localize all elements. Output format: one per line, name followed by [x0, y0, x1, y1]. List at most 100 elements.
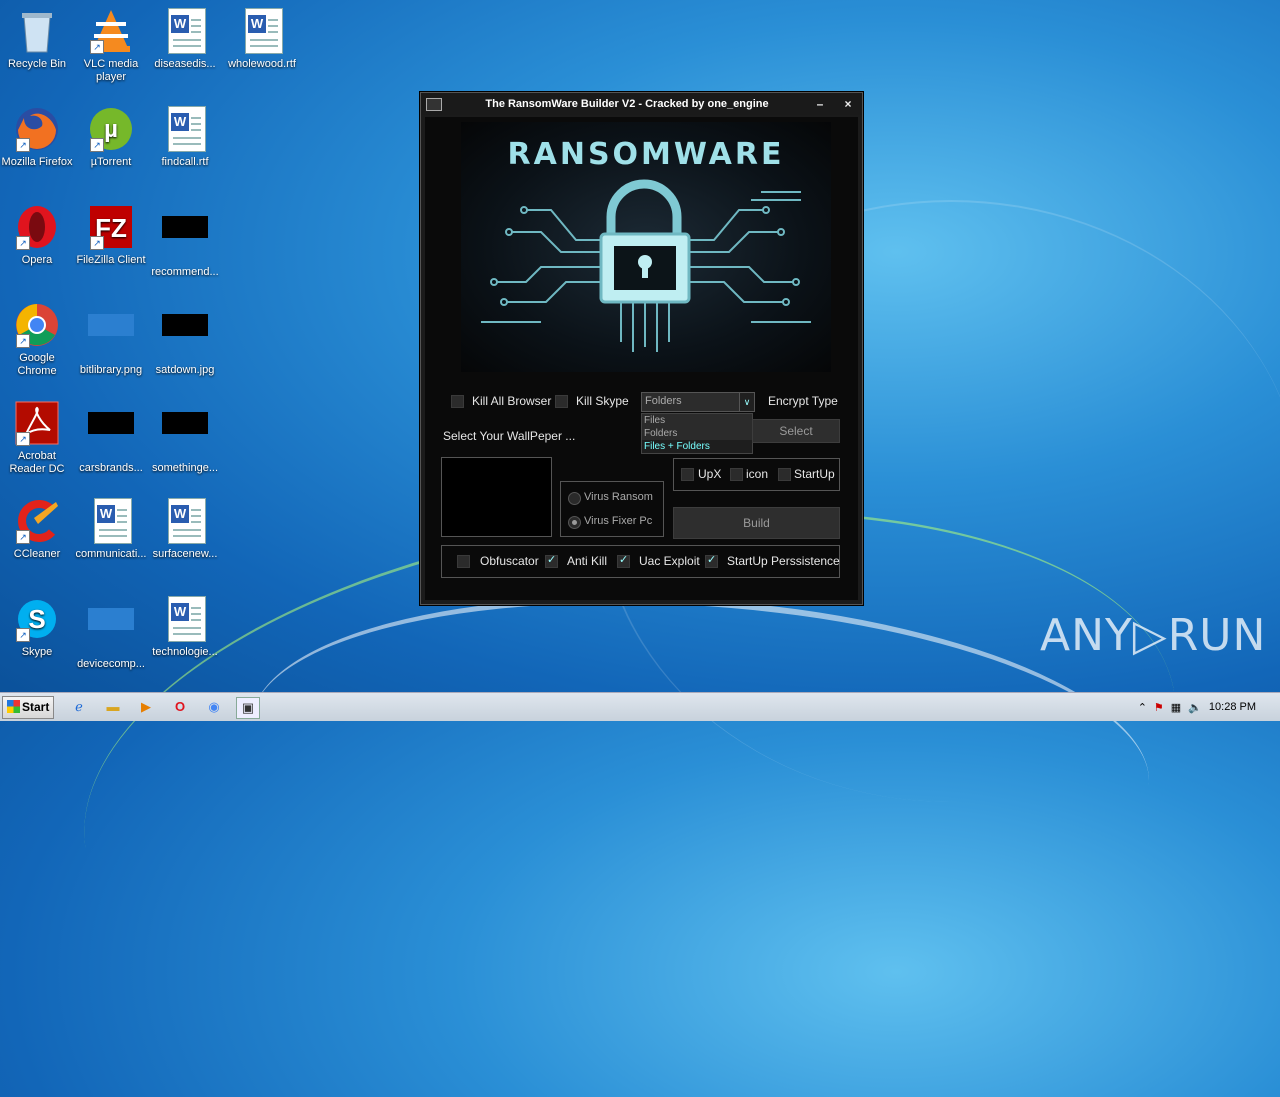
- desktop-icon-communicati[interactable]: communicati...: [74, 498, 148, 561]
- select-wallpaper-button[interactable]: Select: [752, 419, 840, 443]
- desktop-icon-satdown[interactable]: satdown.jpg: [148, 302, 222, 377]
- word-doc-icon: [162, 596, 208, 642]
- icon-label: icon: [746, 467, 769, 481]
- show-hidden-icons-icon[interactable]: ⌃: [1138, 701, 1147, 714]
- chevron-down-icon[interactable]: ∨: [739, 393, 754, 411]
- ransomware-builder-taskbar-icon[interactable]: ▣: [236, 697, 260, 719]
- encrypt-type-label: Encrypt Type: [768, 394, 838, 408]
- desktop-icon-skype[interactable]: S ↗ Skype: [0, 596, 74, 659]
- opera-taskbar-icon[interactable]: O: [169, 697, 191, 717]
- skype-icon: S ↗: [14, 596, 60, 642]
- kill-skype-checkbox[interactable]: [555, 395, 568, 408]
- desktop-icon-opera[interactable]: ↗ Opera: [0, 204, 74, 267]
- desktop-icon-wholewood[interactable]: wholewood.rtf: [224, 8, 300, 71]
- clock[interactable]: 10:28 PM: [1209, 701, 1256, 713]
- virus-fixer-radio[interactable]: [568, 516, 581, 529]
- svg-text:S: S: [28, 604, 45, 634]
- desktop-icon-somethinge[interactable]: somethinge...: [148, 400, 222, 475]
- startup-persistence-checkbox[interactable]: [705, 553, 718, 568]
- desktop-icon-ccleaner[interactable]: ↗ CCleaner: [0, 498, 74, 561]
- explorer-folder-icon[interactable]: ▬: [102, 697, 124, 717]
- virus-type-group: Virus Ransom Virus Fixer Pc: [560, 481, 664, 537]
- desktop-icon-utorrent[interactable]: µ ↗ µTorrent: [74, 106, 148, 169]
- image-thumb-icon: [162, 412, 208, 458]
- desktop-icon-diseasedis[interactable]: diseasedis...: [148, 8, 222, 71]
- utorrent-icon: µ ↗: [88, 106, 134, 152]
- anyrun-watermark: ANY▷RUN: [1040, 610, 1267, 661]
- opera-icon: ↗: [14, 204, 60, 250]
- banner-title: RANSOMWARE: [508, 137, 785, 172]
- desktop-icon-carsbrands[interactable]: carsbrands...: [74, 400, 148, 475]
- image-thumb-icon: [162, 216, 208, 262]
- ransomware-banner-image: RANSOMWARE: [461, 122, 831, 372]
- anti-kill-checkbox[interactable]: [545, 553, 558, 568]
- virus-ransom-radio[interactable]: [568, 492, 581, 505]
- word-doc-icon: [162, 498, 208, 544]
- desktop-icon-recommend[interactable]: recommend...: [148, 204, 222, 279]
- protection-options-group: Obfuscator Anti Kill Uac Exploit StartUp…: [441, 545, 840, 578]
- obfuscator-label: Obfuscator: [480, 554, 539, 568]
- ie-icon[interactable]: ℯ: [68, 697, 90, 717]
- volume-icon[interactable]: 🔈: [1188, 701, 1202, 714]
- chrome-icon: ↗: [14, 302, 60, 348]
- desktop-icon-devicecomp[interactable]: devicecomp...: [74, 596, 148, 671]
- action-center-icon[interactable]: ⚑: [1154, 701, 1164, 714]
- acrobat-icon: ↗: [14, 400, 60, 446]
- word-doc-icon: [88, 498, 134, 544]
- wallpaper-preview: [441, 457, 552, 537]
- firefox-icon: ↗: [14, 106, 60, 152]
- uac-exploit-checkbox[interactable]: [617, 553, 630, 568]
- taskbar: Start ℯ ▬ ▶ O ◉ ▣ ⌃ ⚑ ▦ 🔈 10:28 PM: [0, 692, 1280, 721]
- window-client-area: RANSOMWARE Kill All Browser Kill Skype F…: [425, 117, 858, 600]
- desktop-icon-chrome[interactable]: ↗ Google Chrome: [0, 302, 74, 378]
- obfuscator-checkbox[interactable]: [457, 555, 470, 568]
- vlc-icon: ↗: [88, 8, 134, 54]
- system-tray: ⌃ ⚑ ▦ 🔈 10:28 PM: [1138, 693, 1280, 721]
- start-button[interactable]: Start: [2, 696, 54, 719]
- encrypt-type-options-list: Files Folders Files + Folders: [641, 413, 753, 454]
- kill-all-browser-checkbox[interactable]: [451, 395, 464, 408]
- desktop-icon-firefox[interactable]: ↗ Mozilla Firefox: [0, 106, 74, 169]
- title-bar[interactable]: The RansomWare Builder V2 - Cracked by o…: [421, 93, 862, 115]
- encrypt-option-folders[interactable]: Folders: [642, 427, 752, 440]
- desktop-icon-findcall[interactable]: findcall.rtf: [148, 106, 222, 169]
- startup-checkbox[interactable]: [778, 468, 791, 481]
- desktop-icon-recycle-bin[interactable]: Recycle Bin: [0, 8, 74, 71]
- media-player-icon[interactable]: ▶: [135, 697, 157, 717]
- encrypt-type-dropdown[interactable]: Folders ∨: [641, 392, 755, 412]
- chrome-taskbar-icon[interactable]: ◉: [203, 697, 225, 717]
- close-button[interactable]: ×: [834, 97, 862, 111]
- window-title: The RansomWare Builder V2 - Cracked by o…: [485, 98, 769, 110]
- window-app-icon: [426, 97, 442, 111]
- word-doc-icon: [239, 8, 285, 54]
- desktop-icon-acrobat[interactable]: ↗ Acrobat Reader DC: [0, 400, 74, 476]
- startup-label: StartUp: [794, 467, 835, 481]
- desktop-icon-technologie[interactable]: technologie...: [148, 596, 222, 659]
- wallpaper-label: Select Your WallPeper ...: [443, 429, 576, 443]
- build-button[interactable]: Build: [673, 507, 840, 539]
- recycle-bin-icon: [14, 8, 60, 54]
- windows-flag-icon: [7, 700, 20, 713]
- virus-fixer-label: Virus Fixer Pc: [584, 515, 653, 527]
- desktop-icon-filezilla[interactable]: FZ ↗ FileZilla Client: [74, 204, 148, 267]
- image-thumb-icon: [88, 412, 134, 458]
- desktop-icon-surfacenew[interactable]: surfacenew...: [148, 498, 222, 561]
- desktop-icon-vlc[interactable]: ↗ VLC media player: [74, 8, 148, 84]
- desktop-icon-bitlibrary[interactable]: bitlibrary.png: [74, 302, 148, 377]
- encrypt-option-files[interactable]: Files: [642, 414, 752, 427]
- ccleaner-icon: ↗: [14, 498, 60, 544]
- image-thumb-icon: [88, 608, 134, 654]
- upx-checkbox[interactable]: [681, 468, 694, 481]
- network-icon[interactable]: ▦: [1171, 701, 1181, 714]
- kill-skype-label: Kill Skype: [576, 394, 629, 408]
- minimize-button[interactable]: –: [806, 97, 834, 111]
- kill-all-browser-label: Kill All Browser: [472, 394, 552, 408]
- startup-persistence-label: StartUp Perssistence: [727, 554, 840, 568]
- encrypt-type-selected: Folders: [645, 395, 682, 407]
- encrypt-option-files-folders[interactable]: Files + Folders: [642, 440, 752, 453]
- build-options-group: UpX icon StartUp: [673, 458, 840, 491]
- filezilla-icon: FZ ↗: [88, 204, 134, 250]
- icon-checkbox[interactable]: [730, 468, 743, 481]
- virus-ransom-label: Virus Ransom: [584, 491, 653, 503]
- svg-text:µ: µ: [104, 116, 118, 143]
